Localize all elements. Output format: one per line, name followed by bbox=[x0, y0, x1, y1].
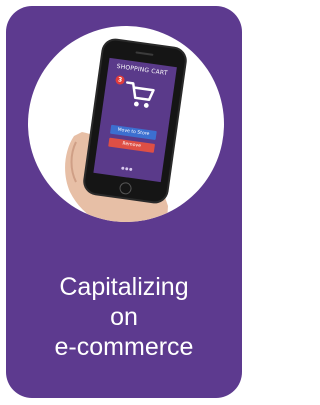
card-caption: Capitalizing on e-commerce bbox=[6, 272, 242, 362]
caption-line: Capitalizing bbox=[59, 273, 189, 301]
page-dot bbox=[129, 167, 133, 172]
home-button bbox=[118, 181, 133, 196]
shopping-cart-icon bbox=[126, 81, 155, 108]
page-dot bbox=[125, 167, 129, 171]
cart-count-badge: 3 bbox=[114, 74, 126, 86]
pagination-dots bbox=[121, 157, 139, 172]
caption-line: e-commerce bbox=[54, 333, 194, 361]
feature-card[interactable]: SHOPPING CART 3 Move to Store Remove Cap… bbox=[6, 6, 242, 398]
phone-screen: SHOPPING CART 3 Move to Store Remove bbox=[93, 57, 177, 183]
phone-speaker bbox=[135, 51, 154, 56]
illustration-circle: SHOPPING CART 3 Move to Store Remove bbox=[28, 26, 224, 222]
caption-line: on bbox=[110, 303, 138, 331]
page-dot bbox=[121, 166, 125, 170]
remove-button[interactable]: Remove bbox=[108, 137, 155, 153]
